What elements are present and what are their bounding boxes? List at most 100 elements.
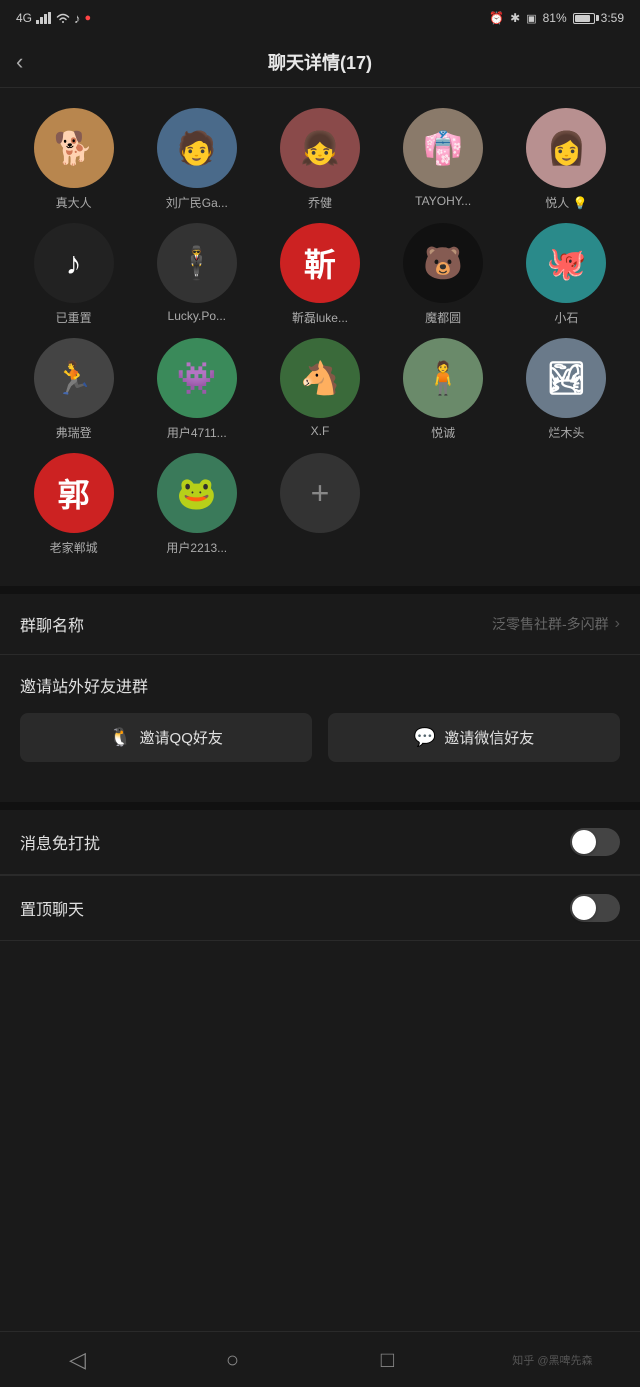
- qq-icon: 🐧: [109, 727, 131, 748]
- member-name-12: 用户4711...: [157, 424, 237, 441]
- member-avatar-1: 🐕: [34, 108, 114, 188]
- status-bar: 4G ♪ ● ⏰ ✱ ▣ 81% 3:59: [0, 0, 640, 36]
- wechat-icon: 💬: [414, 727, 436, 748]
- member-item-13[interactable]: 🐴 X.F: [262, 338, 377, 441]
- watermark: 知乎 @黑啤先森: [512, 1352, 592, 1368]
- member-item-1[interactable]: 🐕 真大人: [16, 108, 131, 211]
- member-item-6[interactable]: ♪ 已重置: [16, 223, 131, 326]
- nav-recent-button[interactable]: □: [357, 1340, 417, 1380]
- signal-text: 4G: [16, 11, 32, 25]
- bluetooth-icon: ✱: [510, 11, 520, 25]
- group-name-row[interactable]: 群聊名称 泛零售社群-多闪群 ›: [0, 594, 640, 655]
- group-name-value-container: 泛零售社群-多闪群 ›: [492, 614, 620, 634]
- members-grid: 🐕 真大人 🧑 刘广民Ga... 👧 乔健 👘 TAYOHY... 👩 悦人 💡 ♪ 已重置 🕴 Luck…: [16, 108, 624, 556]
- member-avatar-14: 🧍: [403, 338, 483, 418]
- invite-wechat-label: 邀请微信好友: [444, 727, 534, 748]
- nav-back-button[interactable]: ◁: [47, 1340, 107, 1380]
- member-avatar-15: 🏞: [526, 338, 606, 418]
- member-item-8[interactable]: 靳靳磊luke...: [262, 223, 377, 326]
- member-name-5: 悦人 💡: [526, 194, 606, 211]
- member-name-9: 魔都圆: [403, 309, 483, 326]
- member-item-16[interactable]: 郭老家郸城: [16, 453, 131, 556]
- header: ‹ 聊天详情(17): [0, 36, 640, 88]
- invite-buttons-container: 🐧 邀请QQ好友 💬 邀请微信好友: [0, 709, 640, 782]
- page-title: 聊天详情(17): [268, 49, 372, 75]
- member-name-8: 靳磊luke...: [280, 309, 360, 326]
- member-name-7: Lucky.Po...: [157, 309, 237, 323]
- screenshot-icon: ▣: [526, 12, 536, 25]
- add-member-button[interactable]: +: [280, 453, 360, 533]
- tiktok-icon: ♪: [74, 11, 81, 26]
- member-item-12[interactable]: 👾 用户4711...: [139, 338, 254, 441]
- member-name-10: 小石: [526, 309, 606, 326]
- wifi-icon: [56, 12, 70, 24]
- member-avatar-11: 🏃: [34, 338, 114, 418]
- add-member-item[interactable]: +: [262, 453, 377, 556]
- member-item-15[interactable]: 🏞 烂木头: [509, 338, 624, 441]
- plus-icon: +: [311, 475, 330, 512]
- pin-chat-row: 置顶聊天: [0, 876, 640, 941]
- member-avatar-6: ♪: [34, 223, 114, 303]
- member-avatar-2: 🧑: [157, 108, 237, 188]
- group-name-value: 泛零售社群-多闪群: [492, 614, 609, 634]
- member-avatar-12: 👾: [157, 338, 237, 418]
- member-name-6: 已重置: [34, 309, 114, 326]
- dnd-label: 消息免打扰: [20, 830, 100, 854]
- members-section: 🐕 真大人 🧑 刘广民Ga... 👧 乔健 👘 TAYOHY... 👩 悦人 💡 ♪ 已重置 🕴 Luck…: [0, 88, 640, 566]
- member-item-17[interactable]: 🐸 用户2213...: [139, 453, 254, 556]
- dnd-toggle-knob: [572, 830, 596, 854]
- alarm-icon: ⏰: [489, 11, 504, 25]
- member-name-11: 弗瑞登: [34, 424, 114, 441]
- member-name-15: 烂木头: [526, 424, 606, 441]
- member-item-7[interactable]: 🕴 Lucky.Po...: [139, 223, 254, 326]
- member-name-16: 老家郸城: [34, 539, 114, 556]
- member-avatar-10: 🐙: [526, 223, 606, 303]
- battery-icon: [573, 13, 595, 24]
- member-avatar-7: 🕴: [157, 223, 237, 303]
- member-avatar-13: 🐴: [280, 338, 360, 418]
- battery-percent: 81%: [543, 11, 567, 25]
- bottom-nav: ◁ ○ □ 知乎 @黑啤先森: [0, 1331, 640, 1387]
- invite-wechat-button[interactable]: 💬 邀请微信好友: [328, 713, 620, 762]
- member-avatar-8: 靳: [280, 223, 360, 303]
- pin-chat-label: 置顶聊天: [20, 896, 84, 920]
- member-avatar-5: 👩: [526, 108, 606, 188]
- member-avatar-3: 👧: [280, 108, 360, 188]
- member-item-14[interactable]: 🧍 悦诚: [386, 338, 501, 441]
- member-item-11[interactable]: 🏃 弗瑞登: [16, 338, 131, 441]
- invite-qq-label: 邀请QQ好友: [140, 727, 223, 748]
- member-item-10[interactable]: 🐙 小石: [509, 223, 624, 326]
- app-icon: ●: [85, 12, 92, 24]
- nav-home-button[interactable]: ○: [202, 1340, 262, 1380]
- signal-bars-icon: [36, 12, 52, 24]
- pin-chat-toggle[interactable]: [570, 894, 620, 922]
- member-avatar-16: 郭: [34, 453, 114, 533]
- member-avatar-4: 👘: [403, 108, 483, 188]
- section-divider-1: [0, 586, 640, 594]
- pin-chat-toggle-knob: [572, 896, 596, 920]
- status-left: 4G ♪ ●: [16, 11, 91, 26]
- invite-label: 邀请站外好友进群: [0, 655, 640, 709]
- member-avatar-17: 🐸: [157, 453, 237, 533]
- dnd-toggle[interactable]: [570, 828, 620, 856]
- member-name-2: 刘广民Ga...: [157, 194, 237, 211]
- back-button[interactable]: ‹: [16, 49, 23, 75]
- invite-qq-button[interactable]: 🐧 邀请QQ好友: [20, 713, 312, 762]
- member-name-1: 真大人: [34, 194, 114, 211]
- member-item-3[interactable]: 👧 乔健: [262, 108, 377, 211]
- member-item-2[interactable]: 🧑 刘广民Ga...: [139, 108, 254, 211]
- section-divider-2: [0, 802, 640, 810]
- member-name-3: 乔健: [280, 194, 360, 211]
- settings-section: 群聊名称 泛零售社群-多闪群 › 邀请站外好友进群 🐧 邀请QQ好友 💬 邀请微…: [0, 594, 640, 941]
- member-name-14: 悦诚: [403, 424, 483, 441]
- member-item-9[interactable]: 🐻 魔都圆: [386, 223, 501, 326]
- member-avatar-9: 🐻: [403, 223, 483, 303]
- member-item-4[interactable]: 👘 TAYOHY...: [386, 108, 501, 211]
- member-name-13: X.F: [280, 424, 360, 438]
- chevron-right-icon: ›: [615, 615, 620, 633]
- member-name-4: TAYOHY...: [403, 194, 483, 208]
- member-item-5[interactable]: 👩 悦人 💡: [509, 108, 624, 211]
- member-name-17: 用户2213...: [157, 539, 237, 556]
- group-name-label: 群聊名称: [20, 612, 84, 636]
- dnd-row: 消息免打扰: [0, 810, 640, 875]
